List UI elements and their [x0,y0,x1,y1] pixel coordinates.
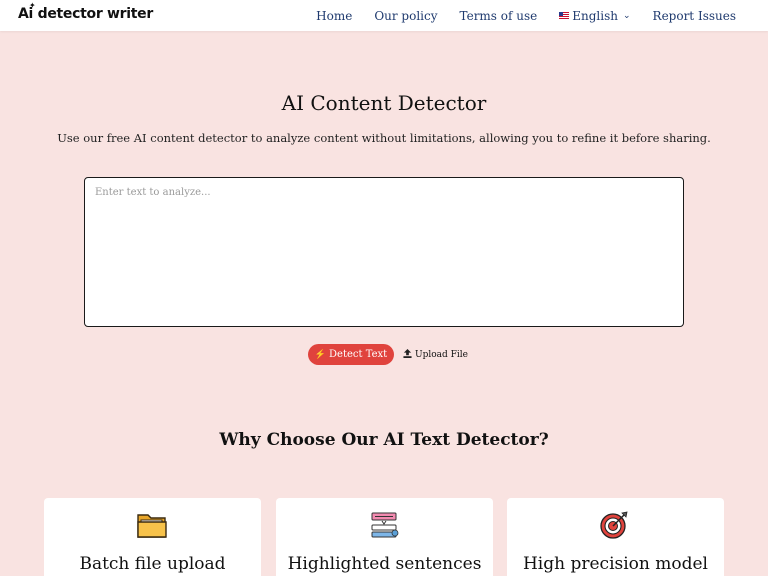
detect-text-label: Detect Text [329,349,388,360]
upload-icon [403,348,412,361]
feature-card-batch-upload: Batch file upload [44,498,261,576]
folder-icon [137,514,167,538]
page-title: AI Content Detector [281,91,487,115]
feature-card-title: Batch file upload [79,554,226,574]
text-input[interactable] [84,177,684,327]
nav-terms-of-use[interactable]: Terms of use [460,9,538,23]
site-logo[interactable]: Ai detector writer [18,6,153,22]
bolt-icon: ⚡ [314,349,327,360]
nav-our-policy[interactable]: Our policy [374,9,437,23]
language-selector[interactable]: English ⌄ [559,8,631,23]
language-label: English [572,8,618,23]
feature-card-title: Highlighted sentences [287,554,482,574]
feature-card-title: High precision model [522,554,708,574]
detect-text-button[interactable]: ⚡ Detect Text [308,344,394,365]
nav-home[interactable]: Home [316,9,352,23]
main-nav: Home Our policy Terms of use English ⌄ R… [294,0,736,31]
upload-file-label: Upload File [415,349,468,360]
page-subtitle: Use our free AI content detector to anal… [57,131,711,145]
chevron-down-icon: ⌄ [622,10,631,21]
navbar: Ai detector writer ✦ Home Our policy Ter… [0,0,768,31]
feature-card-highlighted: Highlighted sentences [276,498,493,576]
highlight-icon [371,512,399,538]
us-flag-icon [559,12,570,19]
upload-file-button[interactable]: Upload File [403,346,468,363]
sparkle-icon: ✦ [29,1,36,10]
features-title: Why Choose Our AI Text Detector? [219,430,549,450]
nav-report-issues[interactable]: Report Issues [653,9,736,23]
feature-card-precision: High precision model [507,498,724,576]
target-icon [600,511,628,539]
